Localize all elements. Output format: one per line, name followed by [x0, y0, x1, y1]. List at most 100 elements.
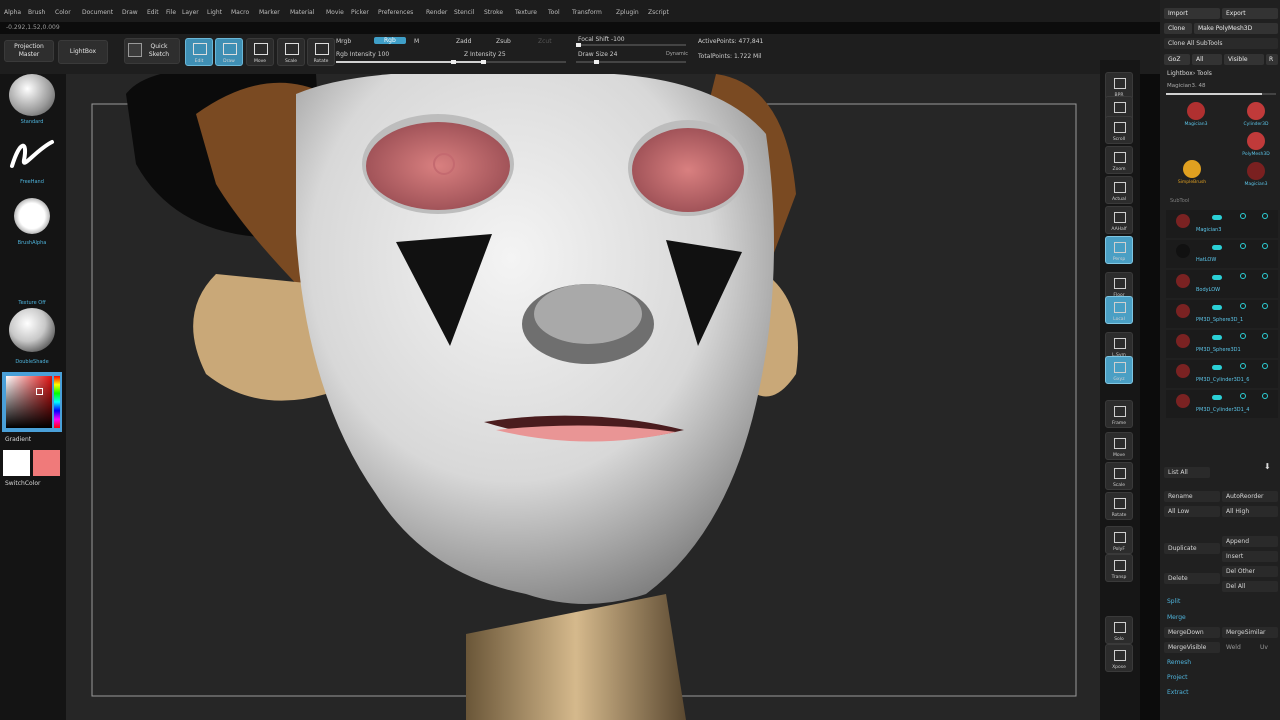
rightshelf-move-button[interactable]: Move — [1105, 432, 1133, 460]
remesh-section[interactable]: Remesh — [1167, 659, 1191, 666]
material-thumbnail[interactable] — [9, 308, 55, 352]
extract-section[interactable]: Extract — [1167, 689, 1189, 696]
subtool-visibility-toggle[interactable] — [1212, 395, 1222, 400]
subtool-visibility-toggle[interactable] — [1212, 245, 1222, 250]
main-color-swatch[interactable] — [3, 450, 30, 476]
rightshelf-gxyz-button[interactable]: Gxyz — [1105, 356, 1133, 384]
subtool-row[interactable]: PM3D_Cylinder3D1_4 — [1166, 390, 1278, 418]
menu-layer[interactable]: Layer — [182, 9, 199, 16]
subtool-polypaint-icon[interactable] — [1240, 333, 1246, 339]
menu-marker[interactable]: Marker — [259, 9, 280, 16]
subtool-polypaint-icon[interactable] — [1240, 303, 1246, 309]
menu-movie[interactable]: Movie — [326, 9, 344, 16]
export-button[interactable]: Export — [1222, 8, 1278, 19]
tool-slider-label[interactable]: Magician3. 48 — [1167, 83, 1206, 89]
menu-file[interactable]: File — [166, 9, 176, 16]
document-canvas[interactable] — [66, 74, 1100, 720]
quick-sketch-button[interactable]: Quick Sketch — [124, 38, 180, 64]
goz-button[interactable]: GoZ — [1164, 54, 1190, 65]
append-button[interactable]: Append — [1222, 536, 1278, 547]
z-intensity-label[interactable]: Z Intensity 25 — [464, 51, 506, 58]
focal-shift-slider[interactable] — [576, 43, 686, 47]
rightshelf-frame-button[interactable]: Frame — [1105, 400, 1133, 428]
menu-draw[interactable]: Draw — [122, 9, 138, 16]
merge-down-button[interactable]: MergeDown — [1164, 627, 1220, 638]
menu-stroke[interactable]: Stroke — [484, 9, 503, 16]
subtool-visibility-toggle[interactable] — [1212, 275, 1222, 280]
menu-picker[interactable]: Picker — [351, 9, 369, 16]
tool-thumbnail[interactable]: SimpleBrush — [1174, 158, 1210, 188]
subtool-row[interactable]: HatLOW — [1166, 240, 1278, 268]
tool-thumbnail[interactable]: PolyMesh3D — [1238, 130, 1274, 160]
tool-thumbnail[interactable]: Magician3 — [1238, 160, 1274, 190]
all-high-button[interactable]: All High — [1222, 506, 1278, 517]
del-all-button[interactable]: Del All — [1222, 581, 1278, 592]
alpha-thumbnail[interactable] — [14, 198, 50, 234]
subtool-polypaint-icon[interactable] — [1240, 363, 1246, 369]
subtool-visibility-toggle[interactable] — [1212, 215, 1222, 220]
menu-document[interactable]: Document — [82, 9, 113, 16]
clone-all-subtools-button[interactable]: Clone All SubTools — [1164, 38, 1278, 49]
subtool-polypaint-icon[interactable] — [1240, 243, 1246, 249]
rightshelf-xpose-button[interactable]: Xpose — [1105, 644, 1133, 672]
rightshelf-transp-button[interactable]: Transp — [1105, 554, 1133, 582]
move-mode-button[interactable]: Move — [246, 38, 274, 66]
subtool-polypaint-icon[interactable] — [1240, 273, 1246, 279]
tool-thumbnail[interactable]: Cylinder3D — [1238, 100, 1274, 130]
menu-edit[interactable]: Edit — [147, 9, 159, 16]
draw-mode-button[interactable]: Draw — [215, 38, 243, 66]
rightshelf-solo-button[interactable]: Solo — [1105, 616, 1133, 644]
subtool-eye-icon[interactable] — [1262, 393, 1268, 399]
menu-stencil[interactable]: Stencil — [454, 9, 474, 16]
draw-size-slider[interactable] — [576, 60, 686, 64]
color-picker[interactable] — [2, 372, 62, 432]
rightshelf-local-button[interactable]: Local — [1105, 296, 1133, 324]
rightshelf-polyf-button[interactable]: PolyF — [1105, 526, 1133, 554]
subtool-eye-icon[interactable] — [1262, 363, 1268, 369]
project-section[interactable]: Project — [1167, 674, 1188, 681]
rightshelf-zoom-button[interactable]: Zoom — [1105, 146, 1133, 174]
zcut-button[interactable]: Zcut — [538, 38, 552, 45]
rightshelf-rotate-button[interactable]: Rotate — [1105, 492, 1133, 520]
gradient-label[interactable]: Gradient — [5, 436, 31, 443]
secondary-color-swatch[interactable] — [33, 450, 60, 476]
delete-button[interactable]: Delete — [1164, 573, 1220, 584]
subtool-visibility-toggle[interactable] — [1212, 335, 1222, 340]
menu-zplugin[interactable]: Zplugin — [616, 9, 639, 16]
dynamic-button[interactable]: Dynamic — [666, 51, 688, 57]
goz-all-button[interactable]: All — [1192, 54, 1222, 65]
menu-render[interactable]: Render — [426, 9, 447, 16]
subtool-section-label[interactable]: SubTool — [1170, 198, 1189, 204]
menu-light[interactable]: Light — [207, 9, 222, 16]
m-button[interactable]: M — [414, 38, 419, 45]
tool-slider[interactable] — [1166, 93, 1276, 95]
draw-size-label[interactable]: Draw Size 24 — [578, 51, 617, 58]
mrgb-button[interactable]: Mrgb — [336, 38, 351, 45]
import-button[interactable]: Import — [1164, 8, 1220, 19]
menu-preferences[interactable]: Preferences — [378, 9, 413, 16]
goz-r-button[interactable]: R — [1266, 54, 1278, 65]
menu-alpha[interactable]: Alpha — [4, 9, 21, 16]
projection-master-button[interactable]: Projection Master — [4, 40, 54, 62]
autoreorder-button[interactable]: AutoReorder — [1222, 491, 1278, 502]
merge-similar-button[interactable]: MergeSimilar — [1222, 627, 1278, 638]
rightshelf-actual-button[interactable]: Actual — [1105, 176, 1133, 204]
switch-color-button[interactable]: SwitchColor — [5, 480, 41, 487]
menu-zscript[interactable]: Zscript — [648, 9, 669, 16]
subtool-row[interactable]: PM3D_Sphere3D1 — [1166, 330, 1278, 358]
menu-material[interactable]: Material — [290, 9, 314, 16]
goz-visible-button[interactable]: Visible — [1224, 54, 1264, 65]
menu-transform[interactable]: Transform — [572, 9, 602, 16]
rgb-intensity-label[interactable]: Rgb Intensity 100 — [336, 51, 389, 58]
zsub-button[interactable]: Zsub — [496, 38, 511, 45]
subtool-eye-icon[interactable] — [1262, 243, 1268, 249]
rename-button[interactable]: Rename — [1164, 491, 1220, 502]
subtool-visibility-toggle[interactable] — [1212, 365, 1222, 370]
menu-macro[interactable]: Macro — [231, 9, 249, 16]
list-all-button[interactable]: List All — [1164, 467, 1210, 478]
rotate-mode-button[interactable]: Rotate — [307, 38, 335, 66]
del-other-button[interactable]: Del Other — [1222, 566, 1278, 577]
scale-mode-button[interactable]: Scale — [277, 38, 305, 66]
lightbox-button[interactable]: LightBox — [58, 40, 108, 64]
rightshelf-persp-button[interactable]: Persp — [1105, 236, 1133, 264]
